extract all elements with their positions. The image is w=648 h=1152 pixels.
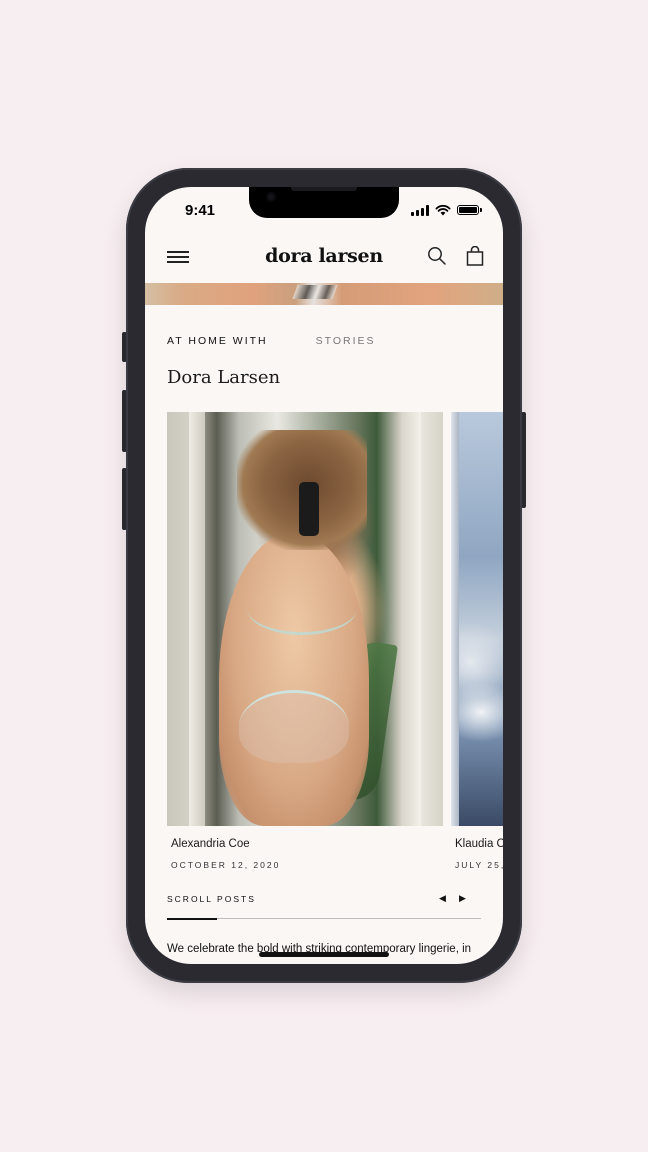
hero-image xyxy=(145,283,503,305)
status-icons xyxy=(411,204,482,216)
post-date: OCTOBER 12, 2020 xyxy=(171,860,281,870)
tab-at-home-with[interactable]: AT HOME WITH xyxy=(167,335,268,347)
post-photo[interactable] xyxy=(451,412,503,826)
notch xyxy=(249,187,399,218)
post-card[interactable]: Klaudia C JULY 25, xyxy=(451,412,503,870)
speaker xyxy=(291,187,357,191)
status-time: 9:41 xyxy=(185,202,216,219)
home-indicator xyxy=(259,952,389,957)
post-name[interactable]: Klaudia C xyxy=(455,838,503,850)
battery-icon xyxy=(457,205,482,215)
scroll-progress[interactable] xyxy=(167,917,481,920)
post-photo[interactable] xyxy=(167,412,443,826)
wifi-icon xyxy=(435,204,451,216)
post-date: JULY 25, xyxy=(455,860,503,870)
front-camera xyxy=(266,192,276,202)
post-name[interactable]: Alexandria Coe xyxy=(171,838,443,850)
next-arrow-icon[interactable]: ▶ xyxy=(459,893,466,904)
scroll-progress-fill xyxy=(167,917,218,920)
shopping-bag-icon[interactable] xyxy=(466,246,484,266)
post-card[interactable]: Alexandria Coe OCTOBER 12, 2020 xyxy=(167,412,443,870)
site-header: dora larsen xyxy=(145,231,503,283)
prev-arrow-icon[interactable]: ◀ xyxy=(439,893,446,904)
tab-stories[interactable]: STORIES xyxy=(316,335,376,347)
search-icon[interactable] xyxy=(427,246,447,266)
scroll-posts-label: SCROLL POSTS xyxy=(167,894,256,904)
tab-bar: AT HOME WITH STORIES xyxy=(167,335,376,347)
signal-icon xyxy=(411,204,429,216)
page-title: Dora Larsen xyxy=(167,367,281,388)
phone-screen: 9:41 dora larsen AT HOME WITH STORIES Do… xyxy=(145,187,503,964)
brand-logo[interactable]: dora larsen xyxy=(145,245,503,267)
